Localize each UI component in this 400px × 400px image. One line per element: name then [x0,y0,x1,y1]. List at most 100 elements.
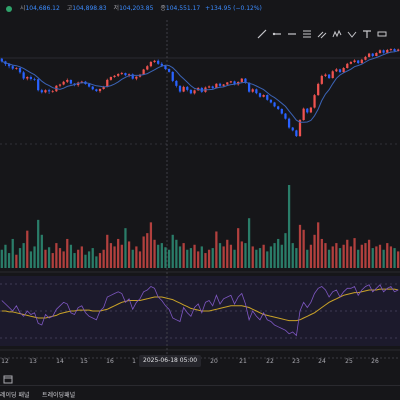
candle-body [360,59,363,64]
fib-icon[interactable] [300,27,314,41]
close-value: 104,551.17 [165,5,201,12]
candle-body [291,127,294,131]
calendar-icon[interactable] [2,370,16,384]
tab-trading-panel-2[interactable]: 트레이딩패널 [42,390,75,399]
candle [182,85,185,93]
time-tick-label: 12 [1,358,9,365]
volume-bar [102,249,105,268]
candle [357,59,360,65]
candle-body [117,74,120,76]
candle [331,70,334,79]
candle-body [313,95,316,108]
candle-body [26,77,29,79]
volume-bar [291,243,294,268]
time-tick-label: 1 [132,358,136,365]
candle-body [15,68,18,69]
volume-bar [255,249,258,268]
volume-bar [298,224,302,268]
horizontal-line-icon[interactable] [285,27,299,41]
candle-body [218,83,222,86]
candle-body [324,74,327,76]
candle [167,68,171,73]
candle [317,82,320,96]
candle-body [178,85,182,92]
candle-body [389,49,393,50]
time-tick-label: 26 [371,358,379,365]
candle [389,48,393,52]
candle-body [146,66,149,70]
status-dot [6,5,12,12]
candle-body [367,53,371,57]
candle-body [66,80,69,82]
tab-trading-panel-1[interactable]: 레이딩 패널 [0,390,30,399]
volume-bar [98,253,102,268]
volume-bar [117,238,120,268]
volume-bar [153,239,156,268]
volume-bar [222,246,225,268]
volume-bar [382,249,385,268]
volume-bar [62,251,65,268]
candle-body [382,50,385,53]
volume-bar [18,248,22,268]
candle [367,52,371,58]
measure-icon[interactable] [375,27,389,41]
text-icon[interactable] [360,27,374,41]
candle [47,88,51,94]
candle-body [40,90,43,93]
volume-bar [171,234,174,268]
candle-body [309,107,313,113]
volume-bar [295,248,298,268]
candle-body [58,84,62,86]
candle-body [262,95,265,97]
time-tick-label: 22 [266,358,274,365]
volume-bar [4,244,7,268]
candle [77,81,80,87]
candle-body [98,89,102,92]
volume-bar [251,246,254,268]
candle [360,58,363,64]
volume-bar [367,239,371,268]
candle-body [378,50,382,53]
zigzag-icon[interactable] [330,27,344,41]
candle-body [11,66,14,69]
volume-bar [277,238,280,268]
price-chart[interactable] [0,0,400,400]
volume-bar [262,244,265,268]
volume-bar [204,253,207,268]
trend-line-icon[interactable] [255,27,269,41]
candle-body [320,75,323,84]
candle [18,67,22,74]
candle [349,61,353,65]
volume-bar [215,231,218,268]
pattern-icon[interactable] [345,27,359,41]
candle [131,73,134,80]
candle-body [287,118,291,128]
volume-bar [106,234,109,268]
moving-average-line [1,50,399,123]
volume-bar [349,246,353,268]
candle [313,93,316,109]
change-value: +134.95 (−0.12%) [205,5,262,12]
candle [37,78,40,92]
volume-bar [226,239,229,268]
candle [91,86,94,91]
candle-body [295,130,298,137]
open-value: 104,686.12 [25,5,60,12]
candle-body [280,108,283,114]
candle-body [284,113,287,119]
candle-body [357,60,360,64]
candle [207,85,211,89]
candle [22,71,25,80]
channel-icon[interactable] [315,27,329,41]
volume-bar [113,246,116,268]
candle [171,71,174,83]
volume-bar [135,246,138,268]
volume-bar [327,249,331,268]
volume-bar [193,244,196,268]
candle [117,73,120,77]
horizontal-ray-icon[interactable] [270,27,284,41]
time-tick-label: 16 [106,358,114,365]
candle [302,107,305,121]
volume-bar [229,244,233,268]
candle [44,89,47,94]
